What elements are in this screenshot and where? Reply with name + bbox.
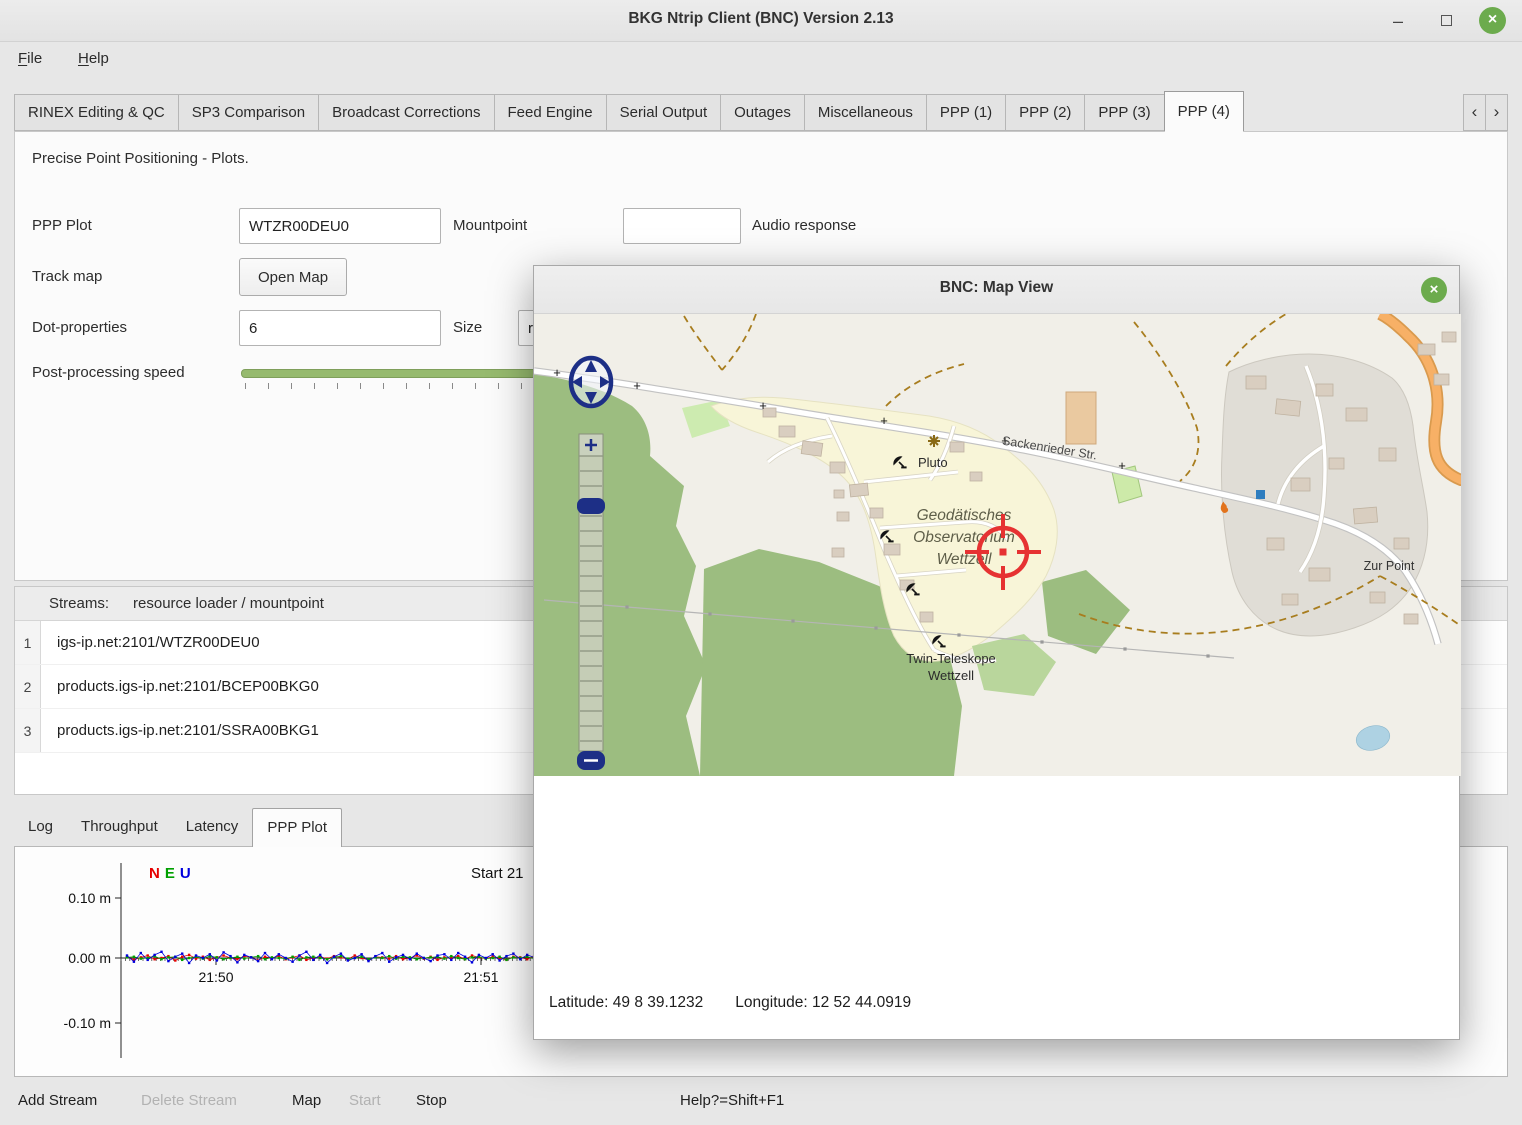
- tab-scroll-buttons: ‹ ›: [1464, 94, 1508, 131]
- map-pan-control[interactable]: [571, 358, 611, 406]
- track-map-label: Track map: [32, 268, 102, 285]
- legend-U: U: [180, 865, 191, 882]
- chart-start-label: Start 21: [471, 865, 524, 882]
- ppp-plot-label: PPP Plot: [32, 217, 92, 234]
- twin-telescope-label: Twin-Teleskope: [906, 651, 996, 666]
- row-number: 1: [15, 621, 41, 664]
- main-tabbar: RINEX Editing & QC SP3 Comparison Broadc…: [14, 94, 1243, 132]
- stream-resource: products.igs-ip.net:2101/SSRA00BKG1: [41, 709, 319, 752]
- longitude-value: Longitude: 12 52 44.0919: [735, 994, 911, 1011]
- mountpoint-label: Mountpoint: [453, 217, 527, 234]
- help-hint: Help?=Shift+F1: [680, 1092, 784, 1109]
- dialog-titlebar[interactable]: BNC: Map View ×: [534, 266, 1459, 314]
- add-stream-button[interactable]: Add Stream: [18, 1092, 97, 1109]
- blue-poi-icon: [1256, 490, 1265, 499]
- streams-header-columns: resource loader / mountpoint: [133, 595, 324, 612]
- tab-latency[interactable]: Latency: [172, 808, 253, 847]
- tab-scroll-left-icon[interactable]: ‹: [1463, 94, 1486, 131]
- dialog-close-icon[interactable]: ×: [1421, 277, 1447, 303]
- window-titlebar: BKG Ntrip Client (BNC) Version 2.13 – ×: [0, 0, 1522, 42]
- menu-file[interactable]: File: [18, 50, 42, 67]
- delete-stream-button: Delete Stream: [141, 1092, 237, 1109]
- map-canvas[interactable]: + + + + + + Pluto Sackenrieder Str. Geod…: [534, 314, 1461, 776]
- tab-sp3-comparison[interactable]: SP3 Comparison: [178, 94, 319, 131]
- tab-ppp-1[interactable]: PPP (1): [926, 94, 1006, 131]
- stop-button[interactable]: Stop: [416, 1092, 447, 1109]
- post-processing-speed-label: Post-processing speed: [32, 364, 185, 381]
- tab-rinex-editing-qc[interactable]: RINEX Editing & QC: [14, 94, 179, 131]
- start-button: Start: [349, 1092, 381, 1109]
- size-label: Size: [453, 319, 482, 336]
- panel-description: Precise Point Positioning - Plots.: [32, 150, 249, 167]
- map-view-dialog: BNC: Map View ×: [533, 265, 1460, 1040]
- tab-ppp-2[interactable]: PPP (2): [1005, 94, 1085, 131]
- tab-scroll-right-icon[interactable]: ›: [1485, 94, 1508, 131]
- latitude-value: Latitude: 49 8 39.1232: [549, 994, 703, 1011]
- dot-properties-input[interactable]: [239, 310, 441, 346]
- dialog-title: BNC: Map View: [534, 279, 1459, 297]
- svg-text:+: +: [880, 413, 888, 428]
- svg-text:+: +: [633, 378, 641, 393]
- tab-log[interactable]: Log: [14, 808, 67, 847]
- log-tabbar: Log Throughput Latency PPP Plot: [14, 808, 342, 847]
- row-number: 2: [15, 665, 41, 708]
- tab-ppp-3[interactable]: PPP (3): [1084, 94, 1164, 131]
- tab-outages[interactable]: Outages: [720, 94, 805, 131]
- pluto-label: Pluto: [918, 455, 948, 470]
- mountpoint-input[interactable]: [623, 208, 741, 244]
- bnc-application-window: BKG Ntrip Client (BNC) Version 2.13 – × …: [0, 0, 1522, 1125]
- minimize-icon[interactable]: –: [1384, 7, 1412, 35]
- openstreetmap-view[interactable]: + + + + + + Pluto Sackenrieder Str. Geod…: [534, 314, 1461, 776]
- close-icon[interactable]: ×: [1479, 7, 1506, 34]
- svg-text:+: +: [1118, 458, 1126, 473]
- menu-bar: File Help: [0, 42, 1522, 80]
- observatory-label: Observatorium: [913, 529, 1015, 546]
- window-title: BKG Ntrip Client (BNC) Version 2.13: [0, 10, 1522, 28]
- svg-text:0.10 m: 0.10 m: [68, 890, 111, 906]
- zur-point-label: Zur Point: [1364, 559, 1415, 573]
- tab-serial-output[interactable]: Serial Output: [606, 94, 722, 131]
- open-map-button[interactable]: Open Map: [239, 258, 347, 296]
- coordinates-readout: Latitude: 49 8 39.1232 Longitude: 12 52 4…: [549, 994, 943, 1012]
- menu-help[interactable]: Help: [78, 50, 109, 67]
- chart-legend: NEU: [149, 865, 196, 882]
- legend-E: E: [165, 865, 175, 882]
- svg-text:21:51: 21:51: [463, 969, 498, 985]
- observatory-label: Geodätisches: [917, 507, 1012, 524]
- tab-miscellaneous[interactable]: Miscellaneous: [804, 94, 927, 131]
- svg-text:0.00 m: 0.00 m: [68, 950, 111, 966]
- row-number: 3: [15, 709, 41, 752]
- map-zoom-control[interactable]: [577, 434, 605, 770]
- ppp-plot-input[interactable]: [239, 208, 441, 244]
- tab-throughput[interactable]: Throughput: [67, 808, 172, 847]
- large-building: [1066, 392, 1096, 444]
- zoom-slider-handle[interactable]: [577, 498, 605, 514]
- map-button[interactable]: Map: [292, 1092, 321, 1109]
- svg-text:+: +: [759, 398, 767, 413]
- audio-response-label: Audio response: [752, 217, 856, 234]
- stream-resource: products.igs-ip.net:2101/BCEP00BKG0: [41, 665, 319, 708]
- streams-header-label: Streams:: [49, 595, 109, 612]
- tab-ppp-4[interactable]: PPP (4): [1164, 91, 1244, 132]
- dot-properties-label: Dot-properties: [32, 319, 127, 336]
- svg-text:21:50: 21:50: [198, 969, 233, 985]
- svg-text:-0.10 m: -0.10 m: [64, 1015, 111, 1031]
- maximize-icon[interactable]: [1432, 7, 1460, 35]
- tab-ppp-plot[interactable]: PPP Plot: [252, 808, 342, 847]
- tab-broadcast-corrections[interactable]: Broadcast Corrections: [318, 94, 494, 131]
- tab-feed-engine[interactable]: Feed Engine: [494, 94, 607, 131]
- stream-resource: igs-ip.net:2101/WTZR00DEU0: [41, 621, 260, 664]
- svg-text:+: +: [553, 365, 561, 380]
- legend-N: N: [149, 865, 160, 882]
- twin-telescope-label: Wettzell: [928, 668, 974, 683]
